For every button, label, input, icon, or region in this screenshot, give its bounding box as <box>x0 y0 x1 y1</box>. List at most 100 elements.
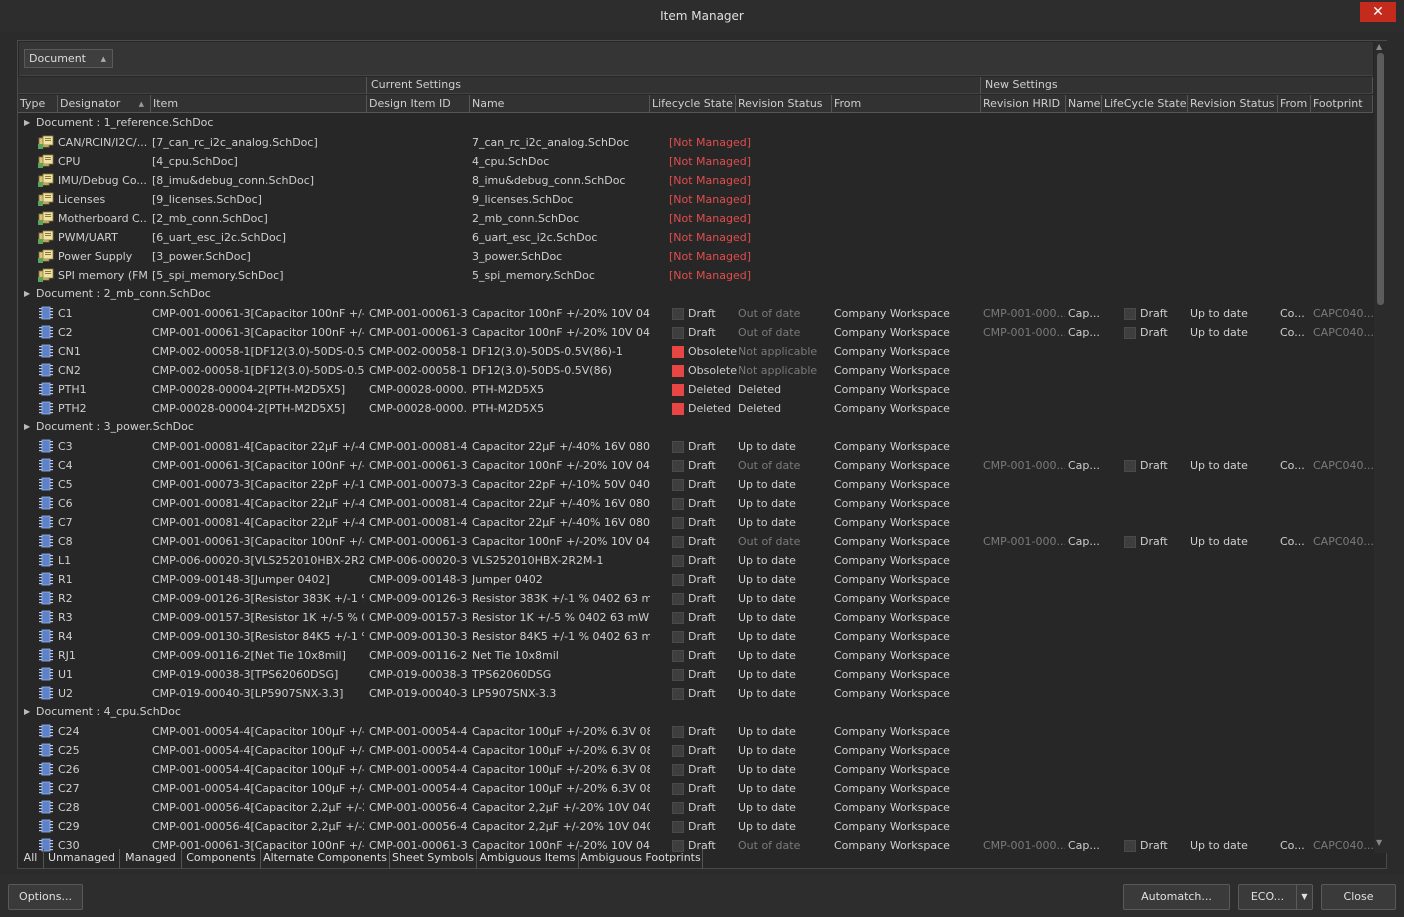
scroll-down-icon[interactable]: ▼ <box>1376 838 1382 847</box>
table-row[interactable]: C6 CMP-001-00081-4[Capacitor 22µF +/-40..… <box>18 494 1373 513</box>
scroll-up-icon[interactable]: ▲ <box>1376 42 1382 51</box>
automatch-button[interactable]: Automatch... <box>1123 884 1230 910</box>
chevron-down-icon[interactable]: ▼ <box>1296 885 1312 909</box>
col-name[interactable]: Name <box>470 95 650 113</box>
group-by-bar: Document ▲ <box>19 42 1373 76</box>
cell-des: R4 <box>58 630 73 643</box>
table-row[interactable]: C26 CMP-001-00054-4[Capacitor 100µF +/-2.… <box>18 760 1373 779</box>
expand-triangle-icon[interactable]: ▶ <box>24 118 30 127</box>
col-lifecycle-state[interactable]: Lifecycle State <box>650 95 736 113</box>
close-icon[interactable]: ✕ <box>1360 2 1396 22</box>
tab-alternate-components[interactable]: Alternate Components <box>261 849 390 868</box>
table-row[interactable]: R1 CMP-009-00148-3[Jumper 0402] CMP-009-00… <box>18 570 1373 589</box>
cell-name: Capacitor 100µF +/-20% 6.3V 0805 <box>472 725 650 738</box>
cell-item: [8_imu&debug_conn.SchDoc] <box>152 174 315 187</box>
cell-id: CMP-001-00061-3 <box>369 535 467 548</box>
cell-name: Capacitor 100µF +/-20% 6.3V 0805 <box>472 744 650 757</box>
tab-ambiguous-footprints[interactable]: Ambiguous Footprints <box>579 849 703 868</box>
col-revision-hrid[interactable]: Revision HRID <box>981 95 1066 113</box>
table-row[interactable]: U2 CMP-019-00040-3[LP5907SNX-3.3] CMP-019-… <box>18 684 1373 703</box>
cell-item: [6_uart_esc_i2c.SchDoc] <box>152 231 287 244</box>
component-icon <box>39 572 53 586</box>
document-group-row[interactable]: ▶ Document : 2_mb_conn.SchDoc <box>18 285 1373 304</box>
table-row[interactable]: PTH2 CMP-00028-00004-2[PTH-M2D5X5] CMP-000… <box>18 399 1373 418</box>
col-from[interactable]: From <box>832 95 981 113</box>
col-new-name[interactable]: Name <box>1066 95 1102 113</box>
col-new-lifecycle-state[interactable]: LifeCycle State <box>1102 95 1188 113</box>
table-row[interactable]: CAN/RCIN/I2C/... [7_can_rc_i2c_analog.Sch… <box>18 133 1373 152</box>
table-row[interactable]: C7 CMP-001-00081-4[Capacitor 22µF +/-40..… <box>18 513 1373 532</box>
table-row[interactable]: C2 CMP-001-00061-3[Capacitor 100nF +/-2..… <box>18 323 1373 342</box>
expand-triangle-icon[interactable]: ▶ <box>24 289 30 298</box>
document-group-row[interactable]: ▶ Document : 3_power.SchDoc <box>18 418 1373 437</box>
table-row[interactable]: L1 CMP-006-00020-3[VLS252010HBX-2R2M-1] CM… <box>18 551 1373 570</box>
tab-all[interactable]: All <box>18 849 44 868</box>
col-footprint[interactable]: Footprint <box>1311 95 1373 113</box>
table-row[interactable]: PWM/UART [6_uart_esc_i2c.SchDoc] 6_uart_es… <box>18 228 1373 247</box>
col-design-item-id[interactable]: Design Item ID <box>367 95 470 113</box>
table-row[interactable]: C3 CMP-001-00081-4[Capacitor 22µF +/-40..… <box>18 437 1373 456</box>
table-row[interactable]: PTH1 CMP-00028-00004-2[PTH-M2D5X5] CMP-000… <box>18 380 1373 399</box>
tab-ambiguous-items[interactable]: Ambiguous Items <box>477 849 579 868</box>
document-group-row[interactable]: ▶ Document : 4_cpu.SchDoc <box>18 703 1373 722</box>
table-row[interactable]: C24 CMP-001-00054-4[Capacitor 100µF +/-2.… <box>18 722 1373 741</box>
col-designator[interactable]: Designator ▲ <box>58 95 151 113</box>
component-icon <box>39 724 53 738</box>
table-row[interactable]: C28 CMP-001-00056-4[Capacitor 2,2µF +/-20… <box>18 798 1373 817</box>
tab-unmanaged[interactable]: Unmanaged <box>44 849 120 868</box>
options-button[interactable]: Options... <box>8 884 83 910</box>
cell-name: Jumper 0402 <box>472 573 543 586</box>
table-row[interactable]: Motherboard C... [2_mb_conn.SchDoc] 2_mb_c… <box>18 209 1373 228</box>
table-row[interactable]: C27 CMP-001-00054-4[Capacitor 100µF +/-2.… <box>18 779 1373 798</box>
col-item[interactable]: Item <box>151 95 367 113</box>
lifecycle-state-swatch <box>672 802 684 814</box>
cell-item: CMP-001-00054-4[Capacitor 100µF +/-2... <box>152 725 364 738</box>
eco-button[interactable]: ECO... ▼ <box>1238 884 1313 910</box>
tab-sheet-symbols[interactable]: Sheet Symbols <box>390 849 477 868</box>
cell-des: C8 <box>58 535 73 548</box>
cell-item: CMP-002-00058-1[DF12(3.0)-50DS-0.5V(8... <box>152 345 364 358</box>
cell-id: CMP-001-00054-4 <box>369 782 467 795</box>
expand-triangle-icon[interactable]: ▶ <box>24 707 30 716</box>
table-row[interactable]: Power Supply [3_power.SchDoc] 3_power.SchD… <box>18 247 1373 266</box>
bottom-bar: Options... Automatch... ECO... ▼ Close <box>0 875 1404 917</box>
table-row[interactable]: CN1 CMP-002-00058-1[DF12(3.0)-50DS-0.5V(8… <box>18 342 1373 361</box>
expand-triangle-icon[interactable]: ▶ <box>24 422 30 431</box>
lifecycle-state-swatch <box>672 783 684 795</box>
group-by-document-chip[interactable]: Document ▲ <box>24 49 113 68</box>
table-row[interactable]: C8 CMP-001-00061-3[Capacitor 100nF +/-2..… <box>18 532 1373 551</box>
header-current-settings: Current Settings <box>367 77 981 94</box>
table-row[interactable]: IMU/Debug Co... [8_imu&debug_conn.SchDoc]… <box>18 171 1373 190</box>
table-row[interactable]: C1 CMP-001-00061-3[Capacitor 100nF +/-2..… <box>18 304 1373 323</box>
col-new-revision-status[interactable]: Revision Status <box>1188 95 1278 113</box>
table-row[interactable]: R2 CMP-009-00126-3[Resistor 383K +/-1 % .… <box>18 589 1373 608</box>
col-revision-status[interactable]: Revision Status <box>736 95 832 113</box>
cell-id: CMP-019-00038-3 <box>369 668 467 681</box>
document-group-row[interactable]: ▶ Document : 1_reference.SchDoc <box>18 114 1373 133</box>
table-row[interactable]: C25 CMP-001-00054-4[Capacitor 100µF +/-2.… <box>18 741 1373 760</box>
tab-managed[interactable]: Managed <box>120 849 182 868</box>
table-row[interactable]: CN2 CMP-002-00058-1[DF12(3.0)-50DS-0.5V(8… <box>18 361 1373 380</box>
scrollbar-thumb[interactable] <box>1377 53 1384 305</box>
table-row[interactable]: R4 CMP-009-00130-3[Resistor 84K5 +/-1 % .… <box>18 627 1373 646</box>
table-row[interactable]: SPI memory (FM... [5_spi_memory.SchDoc] 5_… <box>18 266 1373 285</box>
cell-name: Capacitor 100nF +/-20% 10V 0402 <box>472 326 650 339</box>
table-row[interactable]: C4 CMP-001-00061-3[Capacitor 100nF +/-2..… <box>18 456 1373 475</box>
col-type[interactable]: Type <box>18 95 58 113</box>
close-button[interactable]: Close <box>1321 884 1396 910</box>
table-row[interactable]: U1 CMP-019-00038-3[TPS62060DSG] CMP-019-00… <box>18 665 1373 684</box>
table-row[interactable]: C29 CMP-001-00056-4[Capacitor 2,2µF +/-20… <box>18 817 1373 836</box>
table-row[interactable]: CPU [4_cpu.SchDoc] 4_cpu.SchDoc [Not Manage… <box>18 152 1373 171</box>
vertical-scrollbar[interactable]: ▲ ▼ <box>1374 41 1387 853</box>
cell-rev: Up to date <box>738 478 796 491</box>
lifecycle-state-swatch <box>672 669 684 681</box>
table-row[interactable]: C5 CMP-001-00073-3[Capacitor 22pF +/-10..… <box>18 475 1373 494</box>
tab-components[interactable]: Components <box>182 849 261 868</box>
cell-item: [3_power.SchDoc] <box>152 250 251 263</box>
table-row[interactable]: RJ1 CMP-009-00116-2[Net Tie 10x8mil] CMP-0… <box>18 646 1373 665</box>
col-new-from[interactable]: From <box>1278 95 1311 113</box>
cell-name: TPS62060DSG <box>472 668 552 681</box>
cell-item: CMP-001-00061-3[Capacitor 100nF +/-2... <box>152 326 364 339</box>
table-row[interactable]: Licenses [9_licenses.SchDoc] 9_licenses.Sc… <box>18 190 1373 209</box>
table-row[interactable]: R3 CMP-009-00157-3[Resistor 1K +/-5 % 04.… <box>18 608 1373 627</box>
